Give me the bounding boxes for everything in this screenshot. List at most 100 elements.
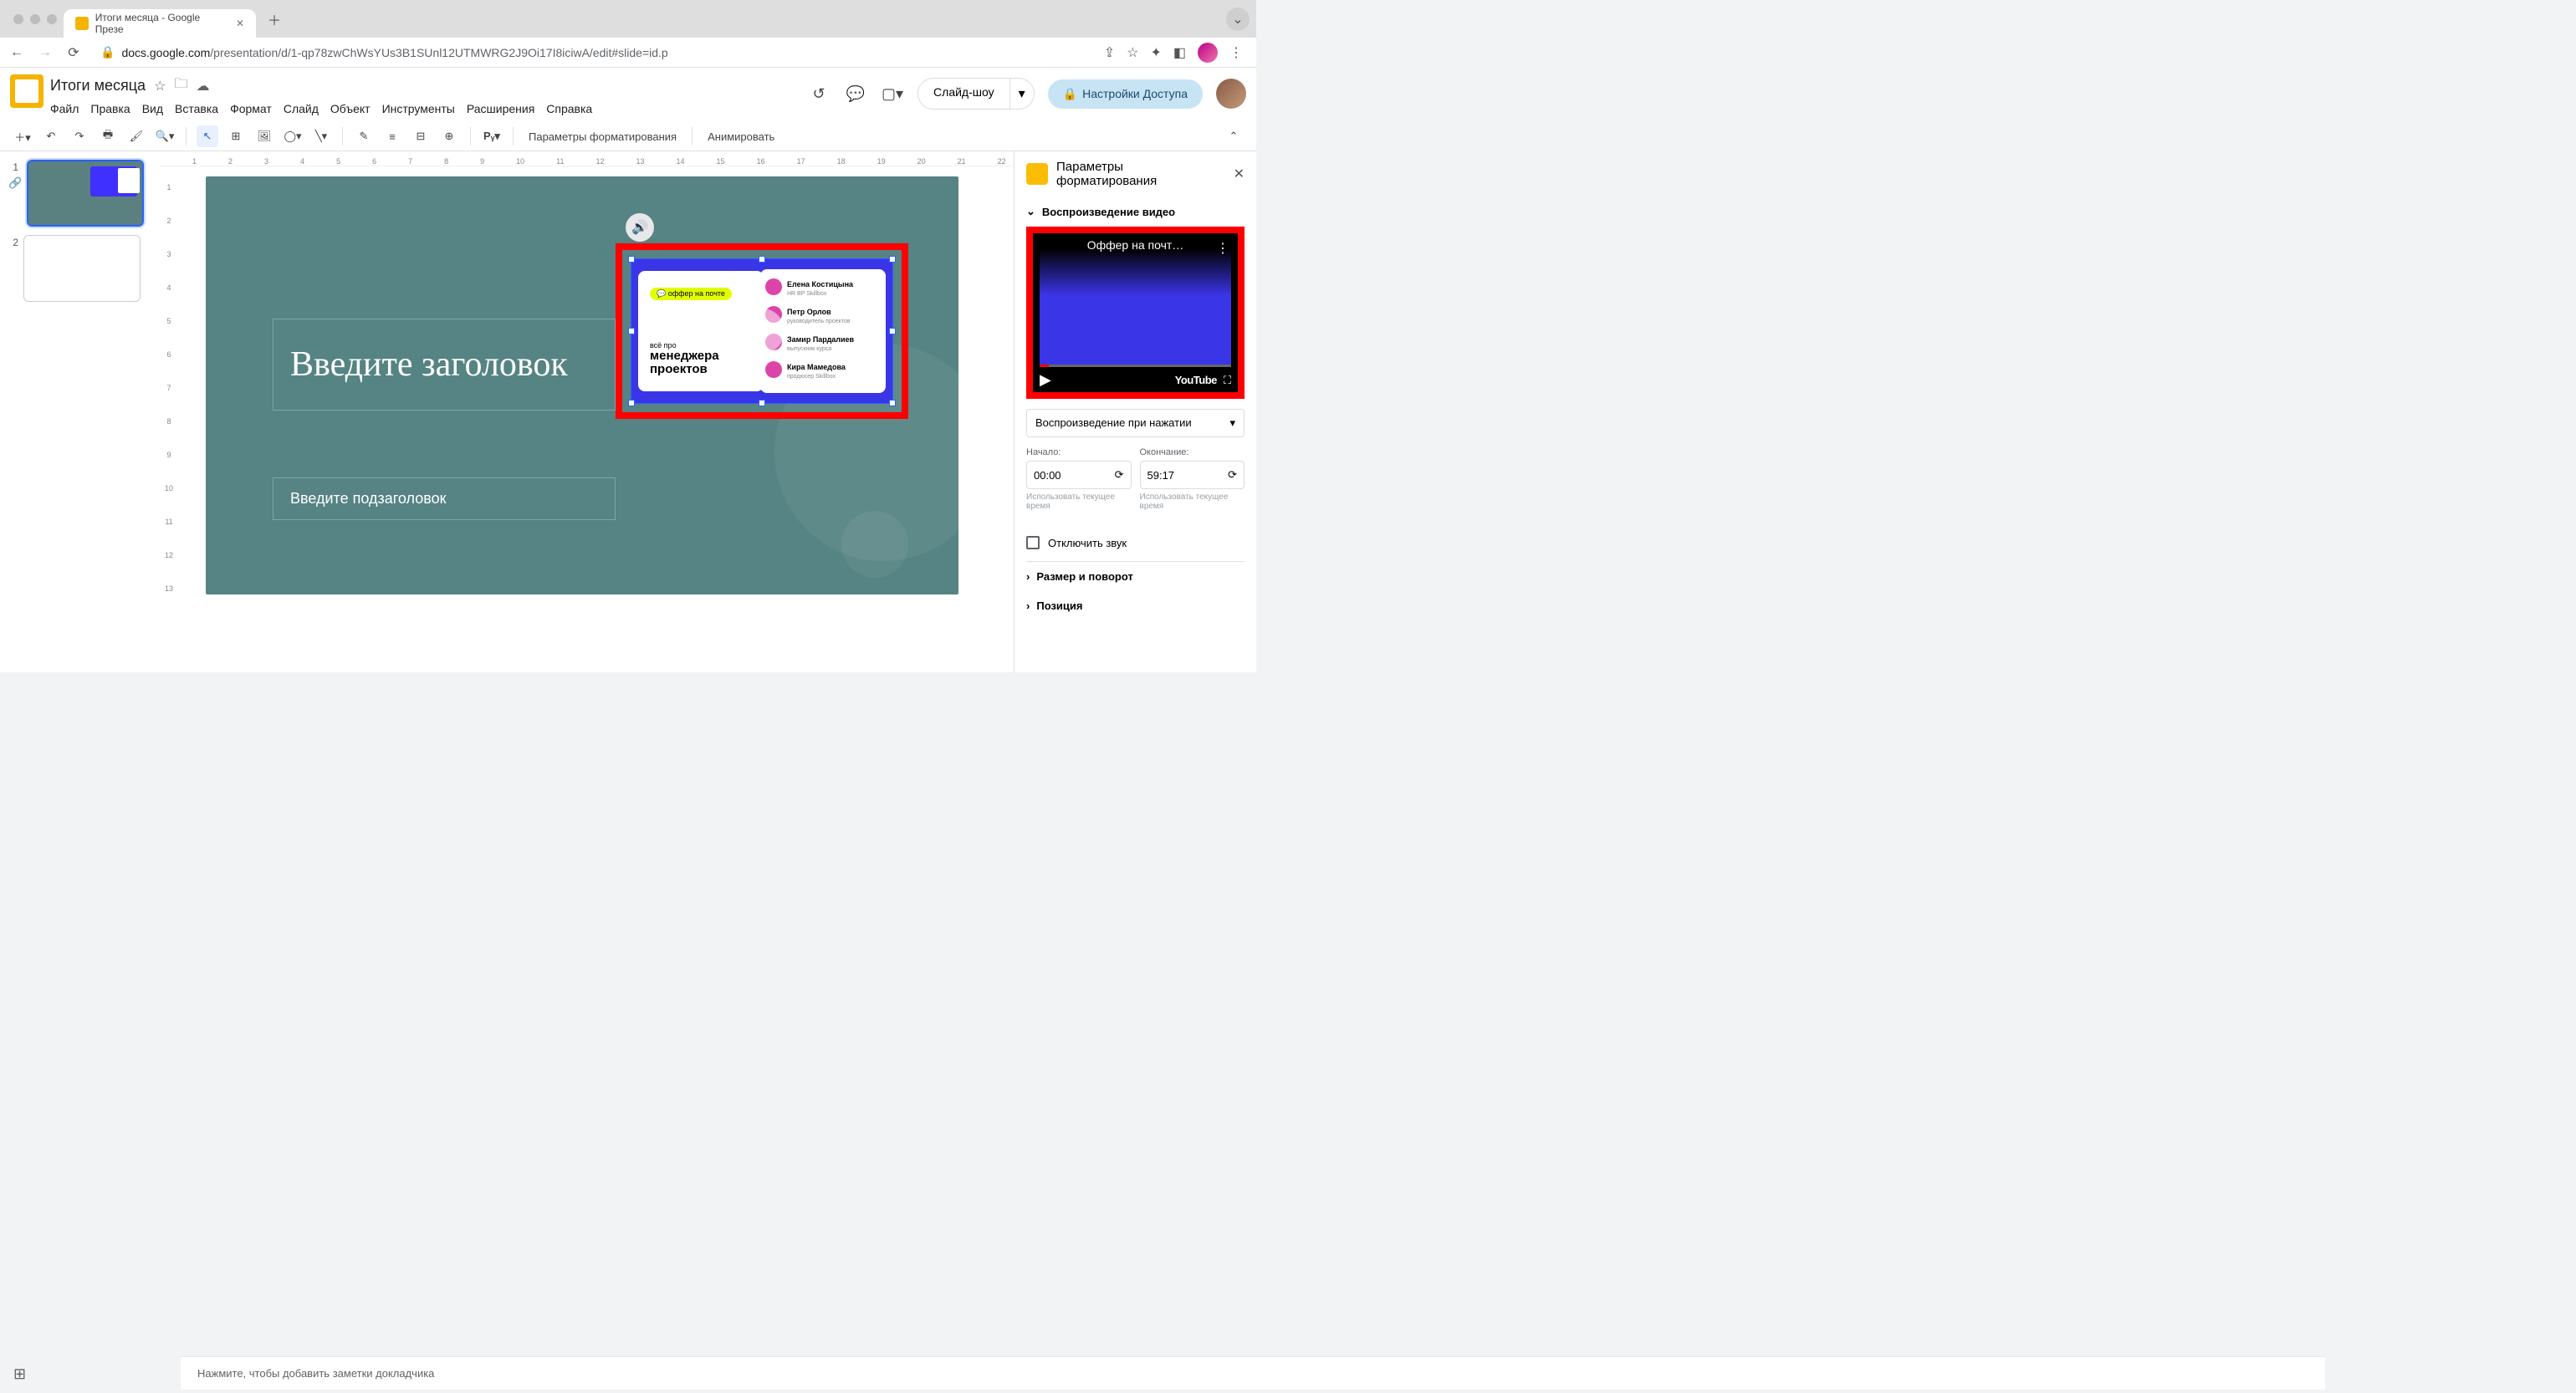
account-avatar[interactable] bbox=[1216, 79, 1246, 109]
animate-button[interactable]: Анимировать bbox=[703, 130, 779, 143]
history-icon[interactable]: ↺ bbox=[807, 82, 831, 105]
menu-file[interactable]: Файл bbox=[50, 102, 79, 115]
refresh-icon[interactable]: ⟳ bbox=[1228, 468, 1237, 482]
comments-icon[interactable]: 💬 bbox=[844, 82, 867, 105]
move-folder-icon[interactable]: 🗀 bbox=[174, 74, 187, 97]
menu-view[interactable]: Вид bbox=[142, 102, 163, 115]
undo-button[interactable]: ↶ bbox=[40, 125, 62, 147]
menu-bar: Файл Правка Вид Вставка Формат Слайд Объ… bbox=[50, 97, 807, 122]
video-badge: 💬 оффер на почте bbox=[650, 288, 732, 300]
forward-button[interactable]: → bbox=[35, 43, 55, 63]
progress-bar[interactable] bbox=[1040, 365, 1231, 367]
meet-icon[interactable]: ▢▾ bbox=[881, 82, 904, 105]
side-panel-icon[interactable]: ◧ bbox=[1173, 44, 1186, 61]
annotation-highlight-panel: Оффер на почт… ⋮ ▶ YouTube ⛶ bbox=[1026, 227, 1245, 399]
transition-tool[interactable]: Рᵧ▾ bbox=[481, 125, 503, 147]
slide-stage[interactable]: Введите заголовок Введите подзаголовок 🔊… bbox=[206, 176, 958, 594]
audio-icon[interactable]: 🔊 bbox=[626, 213, 654, 242]
menu-slide[interactable]: Слайд bbox=[284, 102, 319, 115]
share-button[interactable]: 🔒 Настройки Доступа bbox=[1048, 79, 1203, 109]
document-title[interactable]: Итоги месяца bbox=[50, 77, 146, 94]
bookmark-icon[interactable]: ☆ bbox=[1127, 44, 1138, 61]
end-time-input[interactable]: 59:17⟳ bbox=[1140, 461, 1245, 489]
menu-format[interactable]: Формат bbox=[230, 102, 272, 115]
start-time-input[interactable]: 00:00⟳ bbox=[1026, 461, 1132, 489]
cloud-status-icon[interactable]: ☁ bbox=[196, 78, 209, 94]
lock-icon: 🔒 bbox=[100, 45, 115, 59]
tab-overflow-icon[interactable]: ⌄ bbox=[1226, 8, 1250, 31]
section-size-rotate[interactable]: › Размер и поворот bbox=[1026, 562, 1245, 591]
menu-edit[interactable]: Правка bbox=[90, 102, 130, 115]
horizontal-ruler: 1234567891011121314151617181920212223242… bbox=[159, 151, 1014, 166]
collapse-toolbar-icon[interactable]: ⌃ bbox=[1223, 125, 1245, 147]
tab-favicon bbox=[75, 17, 89, 30]
extensions-icon[interactable]: ✦ bbox=[1150, 44, 1161, 61]
film-strip: 1 🔗 2 bbox=[0, 151, 159, 672]
select-tool[interactable]: ↖ bbox=[197, 125, 218, 147]
close-panel-icon[interactable]: ✕ bbox=[1234, 166, 1245, 182]
title-placeholder[interactable]: Введите заголовок bbox=[273, 319, 616, 411]
format-panel-icon bbox=[1026, 163, 1048, 185]
menu-object[interactable]: Объект bbox=[330, 102, 371, 115]
fullscreen-icon[interactable]: ⛶ bbox=[1224, 374, 1231, 387]
back-button[interactable]: ← bbox=[7, 43, 27, 63]
new-tab-button[interactable]: ＋ bbox=[263, 8, 286, 31]
shape-tool[interactable]: ◯▾ bbox=[282, 125, 304, 147]
grid-view-icon[interactable]: ⊞ bbox=[13, 1365, 26, 1383]
video-caption: всё про менеджера проектов bbox=[650, 341, 719, 376]
browser-menu-icon[interactable]: ⋮ bbox=[1229, 44, 1243, 61]
mute-checkbox[interactable] bbox=[1026, 536, 1040, 549]
address-bar[interactable]: 🔒 docs.google.com/presentation/d/1-qp78z… bbox=[92, 45, 1096, 59]
paint-format-button[interactable]: 🖌 bbox=[125, 125, 147, 147]
menu-help[interactable]: Справка bbox=[546, 102, 592, 115]
profile-avatar[interactable] bbox=[1198, 43, 1218, 63]
preview-menu-icon[interactable]: ⋮ bbox=[1216, 240, 1229, 257]
refresh-icon[interactable]: ⟳ bbox=[1115, 468, 1124, 482]
embedded-video[interactable]: 💬 оффер на почте всё про менеджера проек… bbox=[631, 258, 893, 404]
slideshow-dropdown[interactable]: ▾ bbox=[1010, 78, 1035, 110]
vertical-ruler: 12345678910111213 bbox=[159, 166, 179, 672]
subtitle-placeholder[interactable]: Введите подзаголовок bbox=[273, 477, 616, 520]
print-button[interactable]: 🖶 bbox=[97, 125, 119, 147]
line-tool[interactable]: ╲▾ bbox=[310, 125, 332, 147]
start-hint: Использовать текущее время bbox=[1026, 492, 1132, 511]
panel-title: Параметры форматирования bbox=[1056, 160, 1225, 188]
play-mode-dropdown[interactable]: Воспроизведение при нажатии▾ bbox=[1026, 409, 1245, 437]
menu-tools[interactable]: Инструменты bbox=[382, 102, 455, 115]
textbox-tool[interactable]: ⊞ bbox=[225, 125, 247, 147]
menu-extensions[interactable]: Расширения bbox=[467, 102, 534, 115]
redo-button[interactable]: ↷ bbox=[69, 125, 90, 147]
speaker-notes[interactable]: Нажмите, чтобы добавить заметки докладчи… bbox=[181, 1356, 2325, 1390]
slide-number: 2 bbox=[8, 235, 18, 248]
menu-insert[interactable]: Вставка bbox=[175, 102, 218, 115]
new-slide-button[interactable]: ＋▾ bbox=[12, 125, 33, 147]
pen-tool[interactable]: ✎ bbox=[353, 125, 375, 147]
preview-play-icon[interactable]: ▶ bbox=[1040, 371, 1051, 389]
main-area: 1 🔗 2 1234567891011121314151617181920212… bbox=[0, 151, 1256, 672]
chevron-down-icon: ⌄ bbox=[1026, 205, 1035, 218]
tab-close-icon[interactable]: ✕ bbox=[236, 18, 244, 29]
play-icon[interactable] bbox=[739, 309, 785, 354]
slide-thumbnail-2[interactable] bbox=[23, 235, 141, 302]
share-page-icon[interactable]: ⇪ bbox=[1104, 44, 1115, 61]
zoom-button[interactable]: 🔍▾ bbox=[154, 125, 176, 147]
canvas[interactable]: 1234567891011121314151617181920212223242… bbox=[159, 151, 1014, 672]
star-icon[interactable]: ☆ bbox=[154, 78, 166, 94]
section-video-playback[interactable]: ⌄ Воспроизведение видео bbox=[1026, 196, 1245, 227]
image-tool[interactable]: 🖼 bbox=[253, 125, 275, 147]
format-options-button[interactable]: Параметры форматирования bbox=[524, 130, 682, 143]
slide-number: 1 bbox=[8, 160, 18, 173]
window-controls[interactable] bbox=[7, 14, 64, 24]
browser-tab[interactable]: Итоги месяца - Google Презе ✕ bbox=[64, 9, 256, 38]
reload-button[interactable]: ⟳ bbox=[64, 43, 84, 63]
arrange-tool[interactable]: ⊟ bbox=[410, 125, 432, 147]
section-position[interactable]: › Позиция bbox=[1026, 591, 1245, 612]
mute-label: Отключить звук bbox=[1048, 537, 1127, 549]
slides-logo[interactable] bbox=[10, 74, 43, 108]
mask-tool[interactable]: ⊕ bbox=[438, 125, 460, 147]
slide-thumbnail-1[interactable] bbox=[27, 160, 144, 227]
video-preview[interactable]: Оффер на почт… ⋮ ▶ YouTube ⛶ bbox=[1033, 233, 1238, 392]
lock-icon: 🔒 bbox=[1063, 87, 1077, 101]
align-tool[interactable]: ≡ bbox=[381, 125, 403, 147]
slideshow-button[interactable]: Слайд-шоу bbox=[917, 78, 1010, 110]
